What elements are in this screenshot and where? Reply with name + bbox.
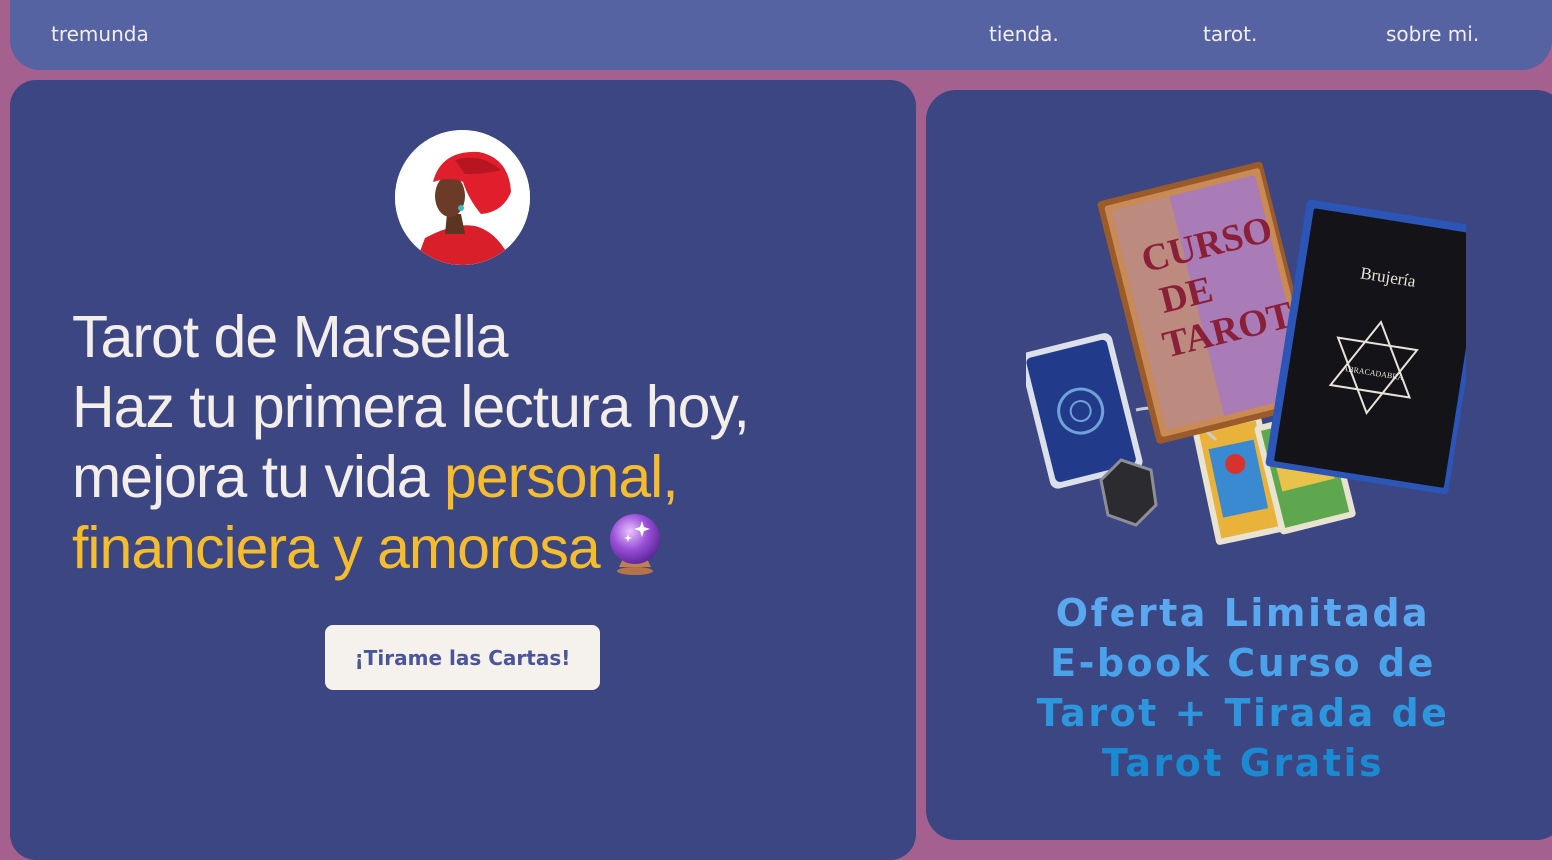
- offer-line-4: Tarot Gratis: [1101, 741, 1385, 785]
- nav-link-tarot[interactable]: tarot.: [1203, 22, 1257, 46]
- tarot-ebook-bundle: CURSO DE TAROT Brujería ABRACADABRA: [1019, 140, 1490, 550]
- brand-logo[interactable]: tremunda: [51, 22, 149, 46]
- top-nav: tremunda tienda. tarot. sobre mi.: [10, 0, 1552, 70]
- offer-text: Oferta Limitada E-book Curso de Tarot + …: [1026, 588, 1460, 788]
- promo-card: CURSO DE TAROT Brujería ABRACADABRA Ofer…: [926, 90, 1552, 840]
- offer-line-3: Tarot + Tirada de: [1036, 691, 1450, 735]
- hero-title: Tarot de Marsella: [72, 304, 509, 370]
- hero-line-2: Haz tu primera lectura hoy,: [72, 374, 750, 440]
- nav-link-sobre-mi[interactable]: sobre mi.: [1386, 22, 1479, 46]
- offer-line-1: Oferta Limitada: [1055, 591, 1431, 635]
- hero-line-4: financiera y amorosa: [72, 512, 872, 591]
- hero-card: Tarot de Marsella Haz tu primera lectura…: [10, 80, 916, 860]
- offer-line-2: E-book Curso de: [1050, 641, 1436, 685]
- hero-line-3-plain: mejora tu vida: [72, 444, 444, 510]
- nav-link-tienda[interactable]: tienda.: [989, 22, 1059, 46]
- tirame-las-cartas-button[interactable]: ¡Tirame las Cartas!: [325, 625, 600, 690]
- hero-line-3: mejora tu vida personal,: [72, 442, 872, 512]
- hero-line-3-accent: personal,: [443, 444, 679, 510]
- hero-line-4-accent: financiera y amorosa: [72, 515, 601, 581]
- avatar: [395, 130, 530, 265]
- hero-headline: Tarot de Marsella Haz tu primera lectura…: [72, 302, 872, 591]
- crystal-ball-icon: [606, 512, 664, 591]
